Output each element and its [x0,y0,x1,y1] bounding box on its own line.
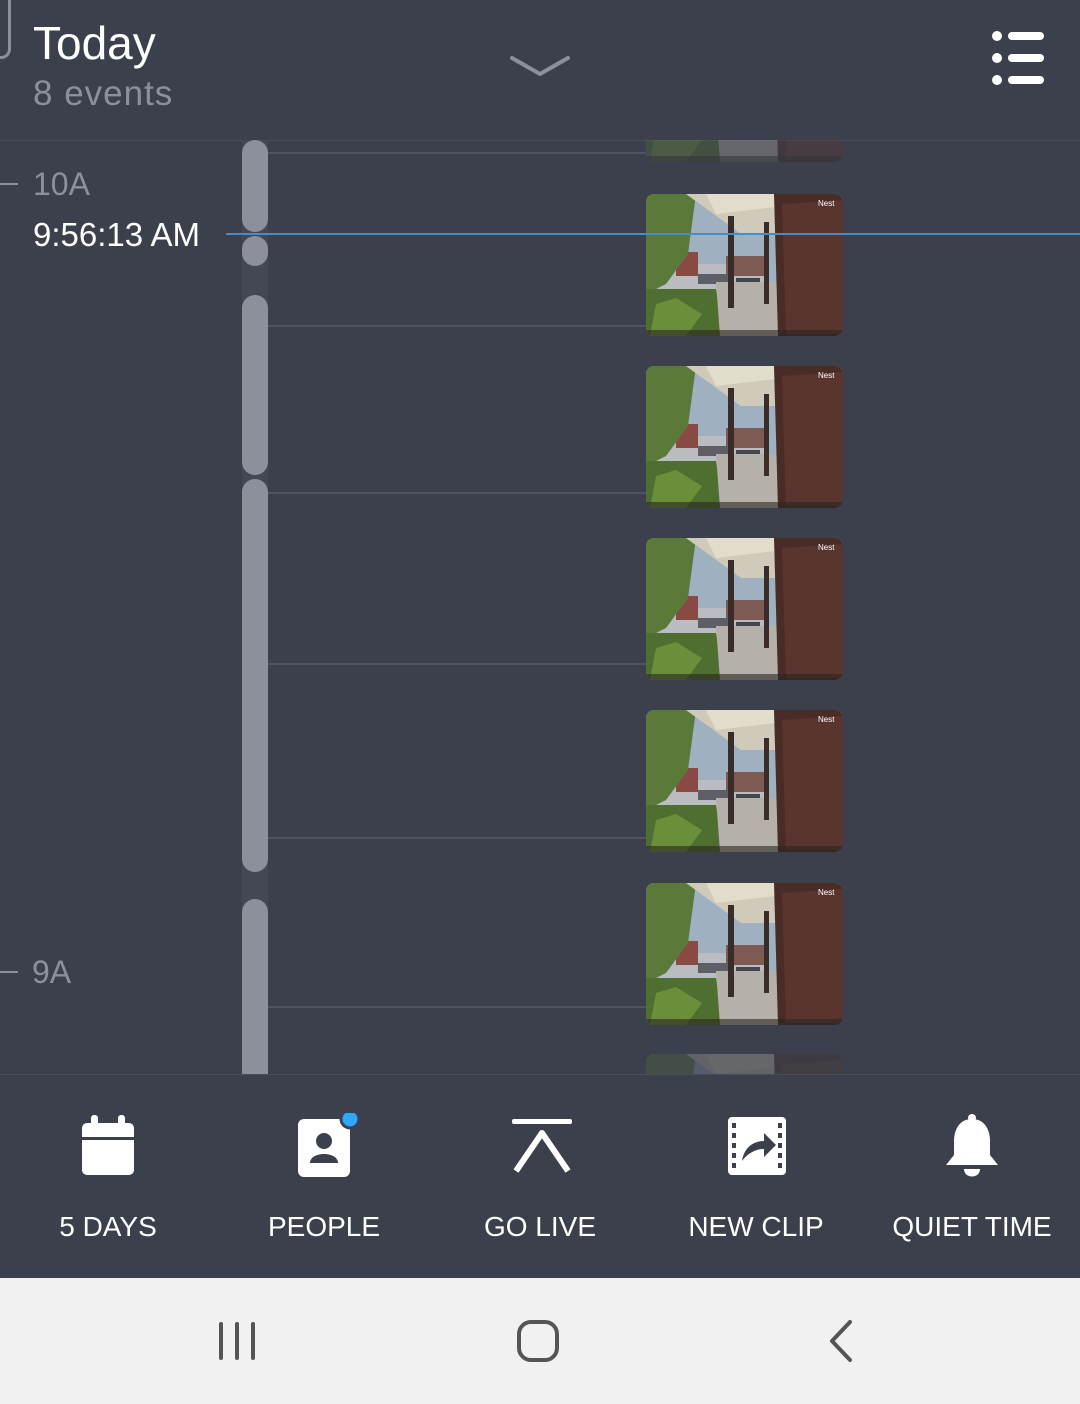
nest-watermark: Nest [818,543,835,552]
hour-label-10a: 10A [33,166,90,202]
event-count: 8 events [33,74,174,113]
nest-watermark: Nest [818,715,835,724]
event-line [268,663,646,665]
event-line [268,325,646,327]
activity-segment[interactable] [242,140,268,232]
hour-tick [0,183,18,185]
event-line [268,152,646,154]
event-line [268,837,646,839]
quiet-time-button[interactable]: QUIET TIME [864,1075,1080,1279]
nest-watermark: Nest [818,888,835,897]
go-live-icon [510,1113,572,1179]
bottom-toolbar: 5 DAYS PEOPLE GO LIVE NEW CLIP QUIET TIM… [0,1074,1080,1279]
list-view-icon[interactable] [990,28,1046,86]
new-clip-icon [726,1113,786,1179]
hour-label-9a: 9A [32,954,72,990]
nest-watermark: Nest [818,199,835,208]
edge-handle[interactable] [0,0,11,59]
hour-tick [0,971,18,973]
header: Today 8 events [0,0,1080,141]
back-icon[interactable] [812,1314,872,1370]
calendar-icon [78,1113,138,1179]
system-navigation-bar [0,1278,1080,1404]
event-thumbnail[interactable]: Nest [646,883,843,1025]
current-time: 9:56:13 AM [33,216,200,253]
go-live-label: GO LIVE [483,1211,597,1242]
activity-segment[interactable] [242,295,268,475]
new-clip-button[interactable]: NEW CLIP [648,1075,864,1279]
event-thumbnail[interactable]: Nest [646,194,843,336]
chevron-down-icon[interactable] [508,52,572,82]
event-thumbnail[interactable]: Nest [646,538,843,680]
event-line [268,492,646,494]
event-thumbnail[interactable] [646,1054,843,1074]
go-live-button[interactable]: GO LIVE [432,1075,648,1279]
bell-icon [942,1113,1002,1179]
five-days-button[interactable]: 5 DAYS [0,1075,216,1279]
activity-segment[interactable] [242,479,268,872]
event-thumbnail[interactable]: Nest [646,710,843,852]
nest-watermark: Nest [818,371,835,380]
people-button[interactable]: PEOPLE [216,1075,432,1279]
recents-icon[interactable] [207,1314,267,1370]
event-timeline[interactable]: Nest Nest Nest Nest Nest 10A 9A 9:56:13 … [0,140,1080,1074]
five-days-label: 5 DAYS [59,1211,157,1242]
home-icon[interactable] [508,1314,568,1370]
people-label: PEOPLE [267,1211,381,1242]
page-title: Today [33,17,156,69]
quiet-time-label: QUIET TIME [892,1211,1052,1242]
activity-segment[interactable] [242,236,268,266]
activity-segment[interactable] [242,899,268,1074]
people-icon [294,1108,361,1179]
event-thumbnail[interactable] [646,140,843,162]
event-thumbnail[interactable]: Nest [646,366,843,508]
event-line [268,1006,646,1008]
new-clip-label: NEW CLIP [688,1211,824,1242]
current-time-line [226,233,1080,235]
